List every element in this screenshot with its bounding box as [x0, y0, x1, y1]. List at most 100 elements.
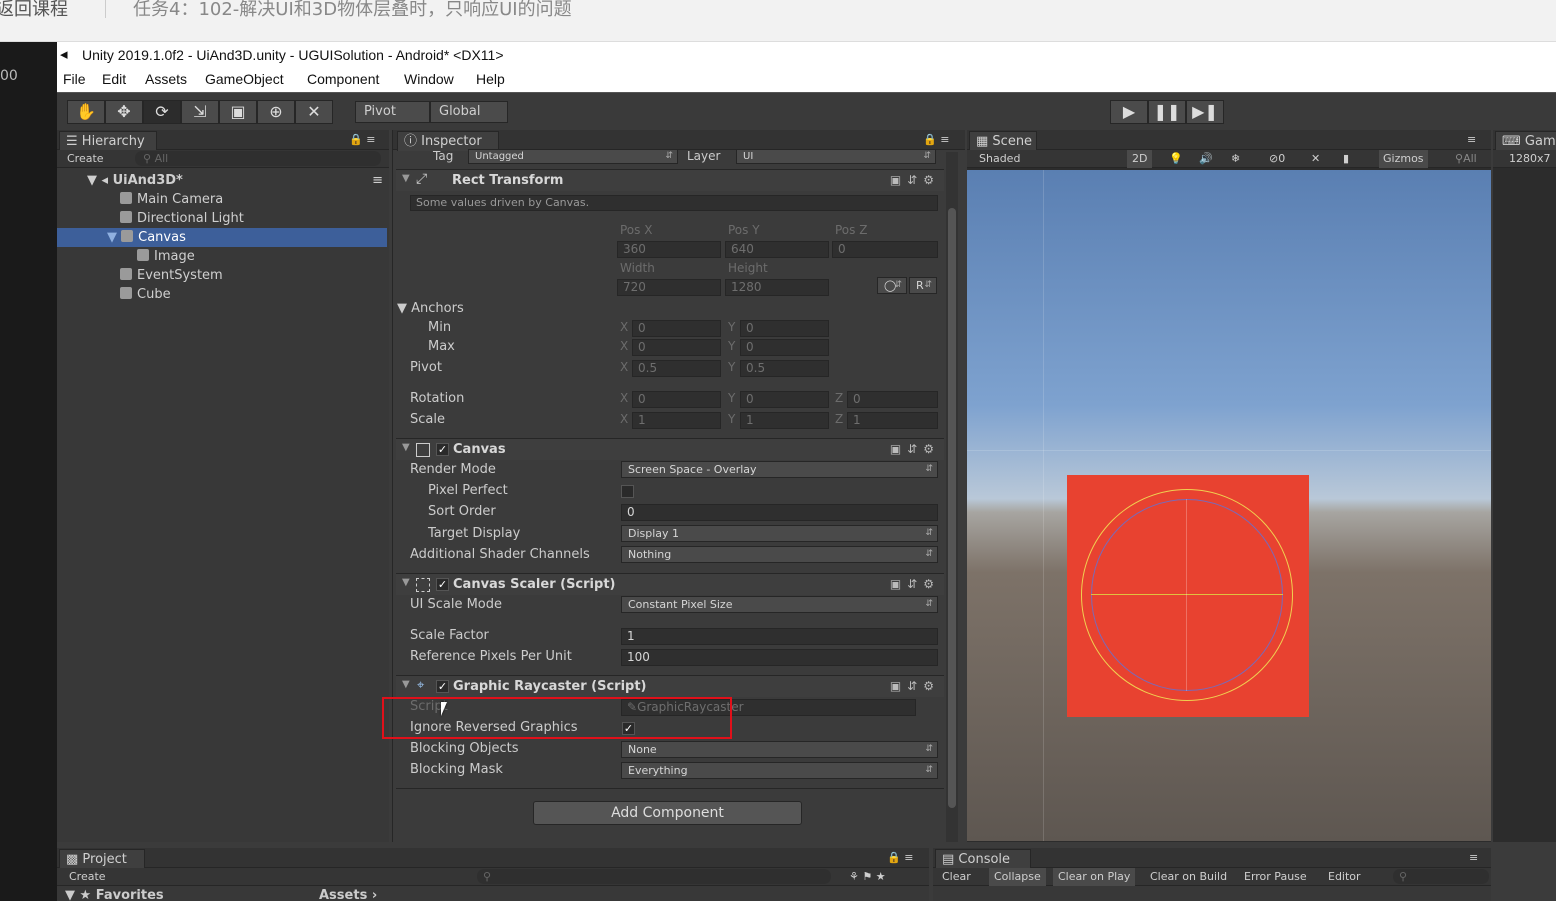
add-component-button[interactable]: Add Component	[533, 801, 802, 825]
scale-y-field[interactable]: 1	[740, 412, 829, 429]
component-settings-icon[interactable]: ▣⇵⚙	[890, 577, 940, 591]
scale-z-field[interactable]: 1	[847, 412, 938, 429]
hierarchy-item-cube[interactable]: Cube	[120, 285, 171, 304]
scene-viewport[interactable]	[967, 170, 1491, 841]
console-collapse-button[interactable]: Collapse	[989, 868, 1046, 886]
canvas-enabled-checkbox[interactable]: ✓	[436, 443, 449, 456]
pos-y-field[interactable]: 640	[725, 241, 829, 258]
game-resolution-dropdown[interactable]: 1280x7	[1493, 150, 1556, 168]
foldout-arrow-icon[interactable]: ▼	[402, 679, 410, 690]
step-button-icon[interactable]: ▶❚	[1186, 100, 1224, 124]
global-toggle[interactable]: Global	[430, 101, 508, 123]
height-field[interactable]: 1280	[725, 279, 829, 296]
panel-menu-icon[interactable]: 🔒 ≡	[923, 133, 949, 146]
pos-x-field[interactable]: 360	[617, 241, 721, 258]
gizmos-dropdown[interactable]: Gizmos	[1379, 150, 1428, 168]
project-search-input[interactable]: ⚲	[477, 869, 831, 884]
graphic-raycaster-header[interactable]: ▼ ⌖ ✓ Graphic Raycaster (Script) ▣⇵⚙	[396, 675, 944, 697]
canvas-scaler-enabled-checkbox[interactable]: ✓	[436, 578, 449, 591]
pixel-perfect-checkbox[interactable]	[621, 485, 634, 498]
target-display-dropdown[interactable]: Display 1	[621, 525, 938, 542]
console-clear-button[interactable]: Clear	[942, 868, 971, 886]
anchors-foldout[interactable]: ▼ Anchors	[397, 301, 464, 316]
hierarchy-item-eventsystem[interactable]: EventSystem	[120, 266, 223, 285]
scale-x-field[interactable]: 1	[632, 412, 721, 429]
layer-dropdown[interactable]: UI	[736, 149, 936, 164]
effects-toggle-icon[interactable]: ❄	[1231, 150, 1240, 168]
panel-menu-icon[interactable]: ≡	[1469, 851, 1478, 864]
scale-tool-icon[interactable]: ⇲	[181, 100, 219, 124]
menu-component[interactable]: Component	[307, 71, 379, 87]
assets-breadcrumb[interactable]: Assets ›	[319, 888, 377, 901]
component-settings-icon[interactable]: ▣⇵⚙	[890, 173, 940, 187]
ui-scale-mode-dropdown[interactable]: Constant Pixel Size	[621, 596, 938, 613]
pivot-y-field[interactable]: 0.5	[740, 360, 829, 377]
ui-image-object[interactable]	[1067, 475, 1309, 717]
raw-edit-button[interactable]: R	[909, 277, 937, 294]
panel-menu-icon[interactable]: ≡	[1467, 133, 1476, 146]
rotation-z-field[interactable]: 0	[847, 391, 938, 408]
hidden-objects-icon[interactable]: ⊘0	[1269, 150, 1285, 168]
foldout-arrow-icon[interactable]: ▼	[402, 173, 410, 184]
hierarchy-item-canvas[interactable]: ▼ Canvas	[57, 228, 387, 247]
menu-window[interactable]: Window	[404, 71, 454, 87]
menu-file[interactable]: File	[63, 71, 86, 87]
ref-ppu-field[interactable]: 100	[621, 649, 938, 666]
tab-console[interactable]: ▤ Console	[935, 849, 1031, 869]
tools-icon[interactable]: ✕	[1311, 150, 1320, 168]
foldout-arrow-icon[interactable]: ▼	[402, 442, 410, 453]
move-tool-icon[interactable]: ✥	[105, 100, 143, 124]
console-editor-dropdown[interactable]: Editor	[1328, 868, 1361, 886]
hierarchy-item-directional-light[interactable]: Directional Light	[120, 209, 244, 228]
hand-tool-icon[interactable]: ✋	[67, 100, 105, 124]
pivot-x-field[interactable]: 0.5	[632, 360, 721, 377]
custom-tool-icon[interactable]: ✕	[295, 100, 333, 124]
rotate-tool-icon[interactable]: ⟳	[143, 100, 181, 124]
tab-game[interactable]: ⌨ Gam	[1495, 131, 1556, 151]
transform-tool-icon[interactable]: ⊕	[257, 100, 295, 124]
blocking-objects-dropdown[interactable]: None	[621, 741, 938, 758]
tab-inspector[interactable]: ⓘ Inspector	[397, 131, 499, 151]
lighting-toggle-icon[interactable]: 💡	[1169, 150, 1183, 168]
scene-menu-icon[interactable]: ≡	[372, 171, 383, 190]
pos-z-field[interactable]: 0	[832, 241, 938, 258]
scrollbar-thumb[interactable]	[948, 208, 956, 808]
rect-transform-header[interactable]: ▼ ⤢ Rect Transform ▣⇵⚙	[396, 169, 944, 191]
pivot-toggle[interactable]: Pivot	[355, 101, 430, 123]
blocking-mask-dropdown[interactable]: Everything	[621, 762, 938, 779]
component-settings-icon[interactable]: ▣⇵⚙	[890, 442, 940, 456]
audio-toggle-icon[interactable]: 🔊	[1199, 150, 1213, 168]
tag-dropdown[interactable]: Untagged	[468, 149, 678, 164]
hierarchy-create-button[interactable]: Create	[67, 150, 104, 168]
back-to-course-link[interactable]: 返回课程	[0, 0, 68, 21]
rect-tool-icon[interactable]: ▣	[219, 100, 257, 124]
favorites-item[interactable]: ▼ ★ Favorites	[65, 888, 164, 901]
hierarchy-search-input[interactable]: ⚲ All	[135, 151, 381, 166]
panel-menu-icon[interactable]: 🔒 ≡	[887, 851, 913, 864]
console-search-input[interactable]: ⚲	[1393, 869, 1489, 884]
scale-factor-field[interactable]: 1	[621, 628, 938, 645]
console-clear-on-play-button[interactable]: Clear on Play	[1053, 868, 1136, 886]
filter-icons[interactable]: ⚘ ⚑ ★	[849, 868, 886, 886]
menu-gameobject[interactable]: GameObject	[205, 71, 284, 87]
scene-root-item[interactable]: ▼ ◂ UiAnd3D* ≡	[87, 171, 387, 190]
sort-order-field[interactable]: 0	[621, 504, 938, 521]
render-mode-dropdown[interactable]: Screen Space - Overlay	[621, 461, 938, 478]
scene-search-input[interactable]: ⚲All	[1455, 150, 1477, 168]
anchor-max-y-field[interactable]: 0	[740, 339, 829, 356]
raycaster-enabled-checkbox[interactable]: ✓	[436, 680, 449, 693]
foldout-arrow-icon[interactable]: ▼	[402, 577, 410, 588]
blueprint-mode-button[interactable]: ◯	[877, 277, 907, 294]
panel-menu-icon[interactable]: 🔒 ≡	[349, 133, 375, 146]
menu-help[interactable]: Help	[476, 71, 505, 87]
project-create-button[interactable]: Create	[69, 868, 106, 886]
width-field[interactable]: 720	[617, 279, 721, 296]
menu-edit[interactable]: Edit	[102, 71, 126, 87]
pause-button-icon[interactable]: ❚❚	[1148, 100, 1186, 124]
shader-channels-dropdown[interactable]: Nothing	[621, 546, 938, 563]
canvas-component-header[interactable]: ▼ ✓ Canvas ▣⇵⚙	[396, 438, 944, 460]
tab-hierarchy[interactable]: ☰ Hierarchy	[59, 131, 157, 151]
hierarchy-item-main-camera[interactable]: Main Camera	[120, 190, 223, 209]
inspector-scrollbar[interactable]	[946, 152, 958, 842]
2d-toggle[interactable]: 2D	[1127, 150, 1153, 168]
